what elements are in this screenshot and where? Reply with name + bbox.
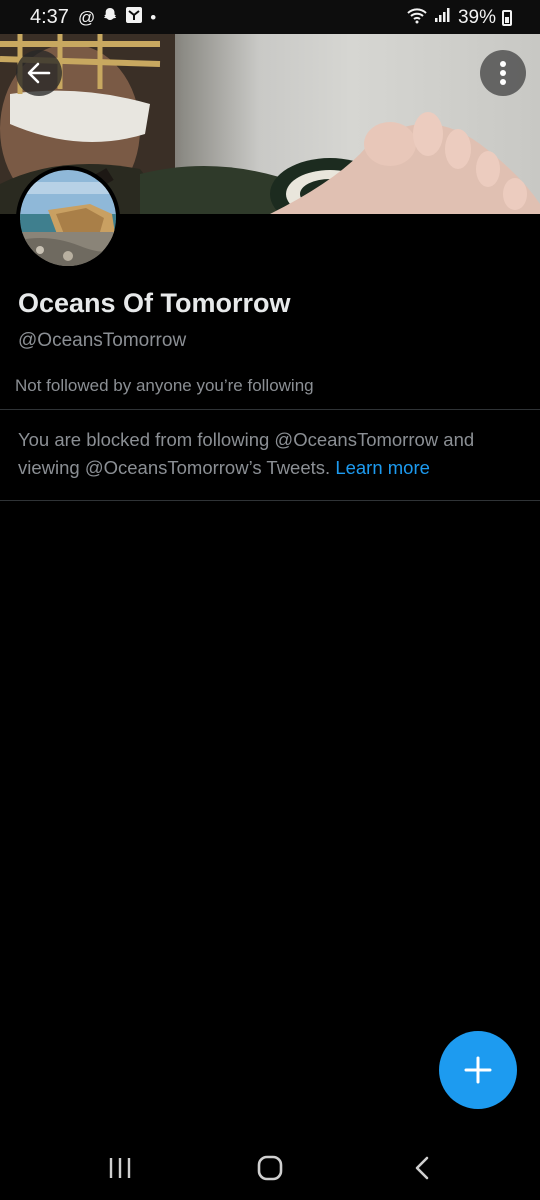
profile-handle: @OceansTomorrow <box>18 330 187 351</box>
learn-more-link[interactable]: Learn more <box>335 457 430 478</box>
back-button[interactable] <box>16 50 62 96</box>
chevron-left-icon <box>415 1156 429 1180</box>
status-right: 39% <box>406 6 512 30</box>
more-options-button[interactable] <box>480 50 526 96</box>
battery-icon <box>502 10 512 26</box>
at-icon: @ <box>78 7 96 27</box>
divider <box>0 409 540 410</box>
status-time: 4:37 <box>30 6 69 28</box>
divider <box>0 500 540 501</box>
status-bar: 4:37 @ • 39% <box>0 0 540 34</box>
wifi-icon <box>406 6 428 30</box>
app-icon <box>125 6 143 29</box>
system-navigation-bar <box>0 1130 540 1200</box>
recent-apps-icon <box>109 1158 131 1178</box>
followers-you-know: Not followed by anyone you’re following <box>15 376 314 395</box>
dot-icon: • <box>150 7 157 27</box>
home-button[interactable] <box>248 1150 292 1186</box>
compose-tweet-button[interactable] <box>439 1031 517 1109</box>
more-vertical-icon <box>500 61 506 85</box>
snapchat-icon <box>102 7 118 28</box>
recent-apps-button[interactable] <box>98 1150 142 1186</box>
signal-icon <box>434 7 452 29</box>
plus-icon <box>464 1056 492 1084</box>
blocked-notice: You are blocked from following @OceansTo… <box>18 426 518 482</box>
battery-percent: 39% <box>457 7 496 28</box>
avatar-image <box>20 170 116 266</box>
status-notification-icons: @ • <box>78 6 156 29</box>
home-icon <box>257 1155 283 1181</box>
system-back-button[interactable] <box>400 1150 444 1186</box>
avatar[interactable] <box>16 166 120 270</box>
display-name: Oceans Of Tomorrow <box>18 288 291 318</box>
arrow-left-icon <box>27 62 51 84</box>
